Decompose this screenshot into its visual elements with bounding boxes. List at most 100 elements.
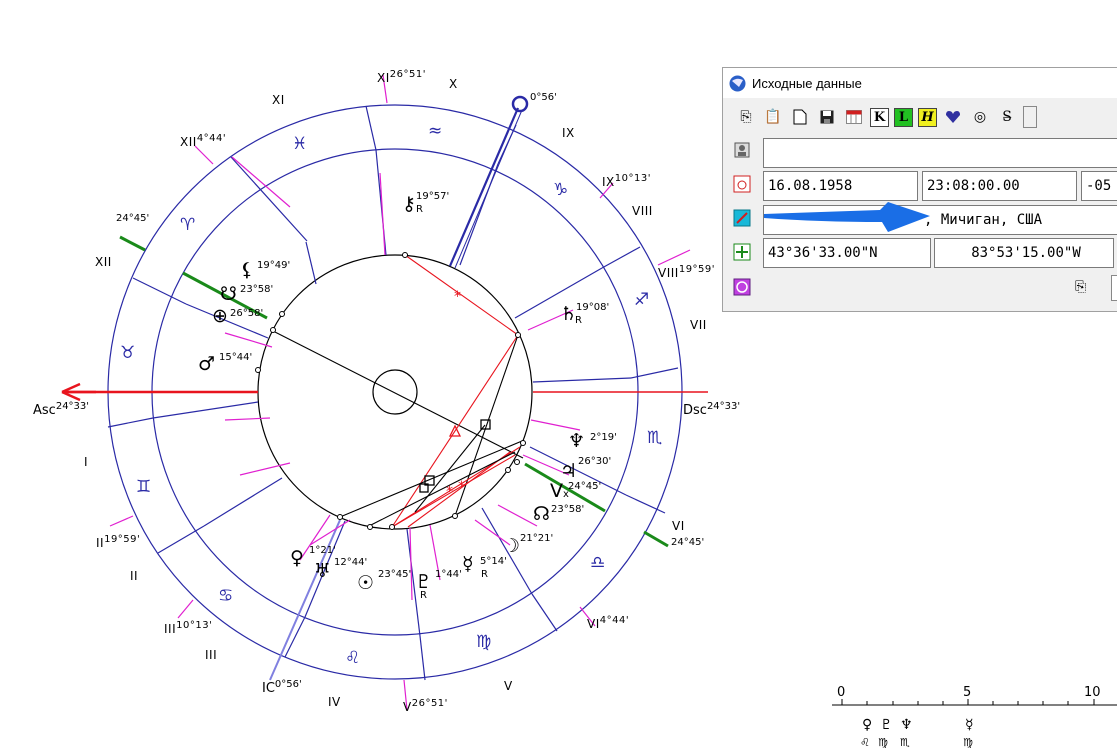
svg-text:III: III <box>205 648 217 662</box>
cusp-xi: XI26°51' <box>377 69 426 85</box>
aries-icon: ♈ <box>180 215 195 235</box>
inner-ring <box>257 254 533 530</box>
copy-icon[interactable]: ⎘ <box>735 106 757 128</box>
heart-icon[interactable] <box>942 106 964 128</box>
scale-label-10: 10 <box>1084 685 1101 700</box>
coordinates-icon <box>733 243 751 261</box>
center-circle <box>372 369 418 415</box>
table-icon[interactable] <box>843 106 865 128</box>
leo-icon: ♌ <box>860 736 870 748</box>
virgo-icon: ♍ <box>476 632 491 652</box>
aquarius-icon: ≈ <box>428 121 442 141</box>
save-icon[interactable] <box>816 106 838 128</box>
l-button[interactable]: L <box>894 107 913 127</box>
leo-icon: ♌ <box>345 648 360 668</box>
svg-text:19°08': 19°08' <box>576 302 609 313</box>
k-button[interactable]: K <box>870 107 889 127</box>
svg-text:23°45': 23°45' <box>378 569 411 580</box>
scale-label-5: 5 <box>963 685 971 700</box>
svg-text:26°30': 26°30' <box>578 456 611 467</box>
svg-text:19°57': 19°57' <box>416 191 449 202</box>
svg-text:IV: IV <box>328 695 341 709</box>
svg-text:R: R <box>481 569 488 580</box>
new-file-icon[interactable] <box>789 106 811 128</box>
venus-icon: ♀ <box>862 717 872 733</box>
rings-icon[interactable]: ◎ <box>969 106 991 128</box>
title-bar[interactable]: Исходные данные <box>723 68 1117 98</box>
date-field[interactable]: 16.08.1958 <box>763 171 918 201</box>
asc-label: Asc24°33' <box>33 401 89 418</box>
more-icon[interactable] <box>1023 106 1037 128</box>
svg-text:XI: XI <box>272 93 285 107</box>
degree-scale: 0 5 10 ♀ ♇ ♆ ☿ ♌ ♍ ♏ ♍ <box>832 685 1117 748</box>
cusp-viii: VIII19°59' <box>658 264 715 280</box>
cusp-xii: XII4°44' <box>180 133 226 149</box>
svg-text:24°45': 24°45' <box>568 481 601 492</box>
ok-button-partial[interactable] <box>1111 275 1117 301</box>
fortune-icon: ⊕ <box>212 305 228 327</box>
asc-dsc-axis <box>61 382 708 402</box>
longitude-field[interactable]: 83°53'15.00"W <box>934 238 1114 268</box>
lilith-icon: ⚸ <box>240 259 254 281</box>
svg-text:R: R <box>575 315 582 326</box>
chiron-icon: ⚷ <box>402 193 416 215</box>
virgo-icon: ♍ <box>963 736 973 748</box>
cusp-v: V26°51' <box>403 698 448 714</box>
svg-text:IX: IX <box>562 126 575 140</box>
neptune-icon: ♆ <box>900 717 913 733</box>
paste-icon[interactable]: 📋 <box>762 106 784 128</box>
mercury-icon: ☿ <box>462 553 474 575</box>
svg-text:R: R <box>416 204 423 215</box>
svg-text:XII: XII <box>95 255 112 269</box>
pisces-icon: ♓ <box>292 134 307 154</box>
timezone-field[interactable]: -05 <box>1081 171 1117 201</box>
taurus-icon: ♉ <box>120 343 135 363</box>
h-button[interactable]: H <box>918 107 937 127</box>
svg-text:12°44': 12°44' <box>334 557 367 568</box>
venus-icon: ♀ <box>290 547 304 569</box>
svg-text:II: II <box>130 569 138 583</box>
scale-label-0: 0 <box>837 685 845 700</box>
annotation-arrow <box>764 202 930 232</box>
svg-text:15°44': 15°44' <box>219 352 252 363</box>
svg-text:21°21': 21°21' <box>520 533 553 544</box>
sun-icon: ☉ <box>357 572 374 594</box>
svg-text:VIII: VIII <box>632 204 653 218</box>
globe-icon[interactable] <box>733 278 751 296</box>
copy-coords-icon[interactable]: ⎘ <box>1075 279 1095 299</box>
cancer-icon: ♋ <box>218 586 233 606</box>
scorpio-icon: ♏ <box>900 736 910 748</box>
neptune-icon: ♆ <box>568 430 585 452</box>
south-node-icon: ☋ <box>220 283 237 305</box>
pluto-icon: ♇ <box>880 717 893 733</box>
jupiter-icon: ♃ <box>560 460 577 482</box>
mc-marker <box>511 95 529 113</box>
virgo-icon: ♍ <box>878 736 888 748</box>
svg-text:X: X <box>449 77 458 91</box>
latitude-field[interactable]: 43°36'33.00"N <box>763 238 931 268</box>
planets: ⚷ 19°57' R ⚸ 19°49' ☋ 23°58' ⊕ 26°58' ♂ … <box>198 191 617 601</box>
svg-text:1°21': 1°21' <box>309 545 336 556</box>
north-node-icon: ☊ <box>533 503 550 525</box>
svg-text:R: R <box>420 590 427 601</box>
svg-text:23°58': 23°58' <box>240 284 273 295</box>
name-field[interactable] <box>763 138 1117 168</box>
svg-text:19°49': 19°49' <box>257 260 290 271</box>
libra-icon: ♎ <box>590 553 605 573</box>
svg-text:5°14': 5°14' <box>480 556 507 567</box>
person-icon <box>734 142 750 158</box>
app-globe-icon <box>729 75 746 91</box>
time-field[interactable]: 23:08:00.00 <box>922 171 1077 201</box>
ic-label: IC0°56' <box>262 679 302 696</box>
sagittarius-icon: ♐ <box>634 290 649 310</box>
svg-text:*: * <box>446 484 453 500</box>
vertex-icon: Vx <box>550 480 569 502</box>
aspect-lines <box>272 254 524 528</box>
strike-s-icon[interactable]: S̶ <box>996 106 1018 128</box>
dialog-title: Исходные данные <box>752 75 862 91</box>
cusp-ix: IX10°13' <box>602 173 651 189</box>
left-axis-degree: 24°45' <box>116 213 149 224</box>
cusp-iii: III10°13' <box>164 620 212 636</box>
zodiac-signs: ≈ ♓ ♈ ♉ ♊ ♋ ♌ ♍ ♎ ♏ ♐ ♑ <box>120 121 662 668</box>
dsc-label: Dsc24°33' <box>683 401 740 418</box>
